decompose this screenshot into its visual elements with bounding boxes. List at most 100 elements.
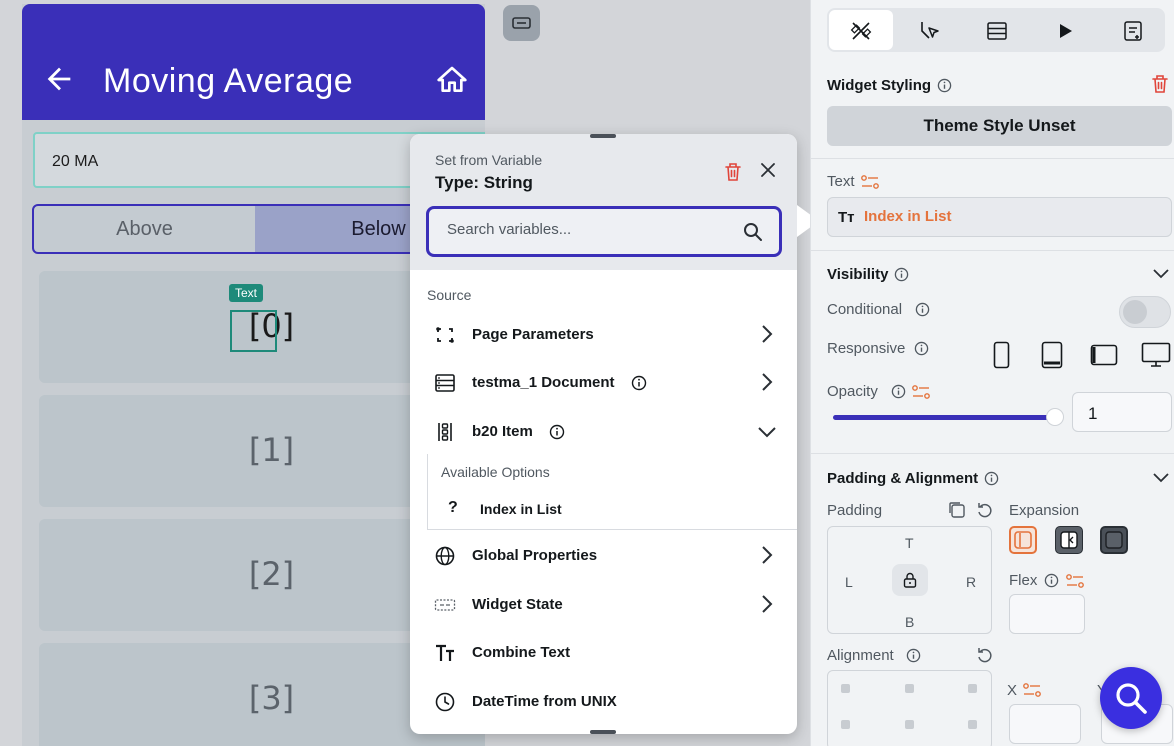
search-variables-field[interactable] — [426, 206, 782, 257]
variable-settings-icon[interactable] — [912, 384, 930, 400]
toggle-option-above[interactable]: Above — [34, 206, 255, 252]
x-label: X — [1007, 682, 1018, 699]
padding-left-label: L — [845, 574, 853, 590]
info-icon[interactable] — [631, 375, 647, 391]
opacity-value-field[interactable]: 1 — [1072, 392, 1172, 432]
info-icon[interactable] — [915, 302, 930, 317]
chevron-down-icon — [758, 427, 776, 438]
source-label: Source — [427, 287, 472, 303]
info-icon[interactable] — [1044, 573, 1059, 588]
globe-icon — [435, 546, 455, 566]
padding-label: Padding — [827, 502, 883, 519]
padding-editor[interactable]: T L R B — [827, 526, 992, 634]
expansion-default-button[interactable] — [1009, 526, 1037, 554]
expansion-label: Expansion — [1009, 502, 1080, 519]
expansion-default-icon — [1014, 531, 1032, 549]
padding-lock-button[interactable] — [892, 564, 928, 596]
variable-settings-icon[interactable] — [861, 174, 879, 190]
chevron-right-icon — [762, 595, 773, 613]
flex-label: Flex — [1009, 572, 1038, 589]
popup-subtitle: Set from Variable — [435, 152, 543, 168]
variable-settings-icon[interactable] — [1066, 573, 1084, 589]
delete-icon[interactable] — [724, 162, 742, 182]
source-row-global-properties[interactable]: Global Properties — [410, 535, 797, 575]
database-icon — [987, 22, 1007, 40]
opacity-slider-handle[interactable] — [1046, 408, 1064, 426]
tab-backend-query[interactable] — [965, 10, 1029, 50]
home-icon[interactable] — [436, 64, 468, 96]
align-top-left[interactable] — [841, 684, 850, 693]
search-icon[interactable] — [743, 222, 763, 242]
variable-settings-icon[interactable] — [1023, 682, 1041, 698]
tablet-icon[interactable] — [1041, 341, 1063, 369]
theme-style-button[interactable]: Theme Style Unset — [827, 106, 1172, 146]
source-row-widget-state[interactable]: Widget State — [410, 584, 797, 624]
tab-notes[interactable] — [1101, 10, 1165, 50]
info-icon[interactable] — [984, 471, 999, 486]
page-title: Moving Average — [103, 62, 354, 100]
source-row-page-parameters[interactable]: Page Parameters — [410, 314, 797, 354]
expansion-flexible-button[interactable] — [1055, 526, 1083, 554]
info-icon[interactable] — [891, 384, 906, 399]
tablet-landscape-icon[interactable] — [1090, 344, 1118, 366]
info-icon[interactable] — [549, 424, 565, 440]
align-center-right[interactable] — [968, 720, 977, 729]
padding-top-label: T — [905, 535, 914, 551]
expansion-expanded-button[interactable] — [1100, 526, 1128, 554]
padding-bottom-label: B — [905, 614, 915, 630]
flex-input[interactable] — [1009, 594, 1085, 634]
minimize-icon — [512, 17, 531, 29]
note-add-icon — [1124, 21, 1142, 41]
search-fab-button[interactable] — [1100, 667, 1162, 729]
divider — [811, 158, 1174, 159]
info-icon[interactable] — [894, 267, 909, 282]
padding-alignment-header: Padding & Alignment — [827, 470, 979, 487]
reset-icon[interactable] — [976, 646, 994, 664]
conditional-label: Conditional — [827, 301, 903, 318]
source-row-document[interactable]: testma_1 Document — [410, 362, 797, 402]
source-row-label: Widget State — [472, 596, 563, 613]
desktop-icon[interactable] — [1141, 342, 1171, 368]
chevron-down-icon[interactable] — [1152, 268, 1170, 280]
back-arrow-icon[interactable] — [42, 62, 76, 96]
tab-widget-properties[interactable] — [829, 10, 893, 50]
tab-preview[interactable] — [1033, 10, 1097, 50]
info-icon[interactable] — [937, 78, 952, 93]
align-x-input[interactable] — [1009, 704, 1081, 744]
delete-icon[interactable] — [1151, 74, 1169, 94]
alignment-grid[interactable] — [827, 670, 992, 746]
selection-outline — [230, 310, 277, 352]
panel-tabs — [827, 8, 1165, 52]
source-row-datetime-unix[interactable]: DateTime from UNIX — [410, 681, 797, 721]
chevron-down-icon[interactable] — [1152, 472, 1170, 484]
info-icon[interactable] — [906, 648, 921, 663]
popup-resize-handle[interactable] — [590, 730, 616, 734]
tab-actions[interactable] — [897, 10, 961, 50]
page-parameters-icon — [436, 327, 454, 343]
close-icon[interactable] — [760, 162, 776, 178]
align-top-right[interactable] — [968, 684, 977, 693]
chevron-right-icon — [762, 325, 773, 343]
phone-icon[interactable] — [993, 341, 1010, 369]
source-row-b20-item[interactable]: b20 Item — [410, 411, 797, 451]
text-property-label: Text — [827, 173, 855, 190]
align-top-center[interactable] — [905, 684, 914, 693]
option-index-in-list[interactable]: Index in List — [480, 501, 562, 517]
copy-icon[interactable] — [948, 501, 966, 519]
opacity-slider-track[interactable] — [833, 415, 1055, 420]
widget-styling-header: Widget Styling — [827, 77, 932, 94]
info-icon[interactable] — [914, 341, 929, 356]
align-center-left[interactable] — [841, 720, 850, 729]
divider — [811, 453, 1174, 454]
search-input[interactable] — [447, 221, 727, 238]
clock-icon — [435, 692, 455, 712]
reset-icon[interactable] — [976, 501, 994, 519]
opacity-label: Opacity — [827, 383, 878, 400]
align-center[interactable] — [905, 720, 914, 729]
source-row-combine-text[interactable]: Combine Text — [410, 632, 797, 672]
text-value-field[interactable]: Tт Index in List — [827, 197, 1172, 237]
text-type-icon: Tт — [838, 209, 855, 226]
conditional-switch[interactable] — [1119, 296, 1171, 328]
popup-drag-handle[interactable] — [590, 134, 616, 138]
collapse-toolbar-button[interactable] — [503, 5, 540, 41]
